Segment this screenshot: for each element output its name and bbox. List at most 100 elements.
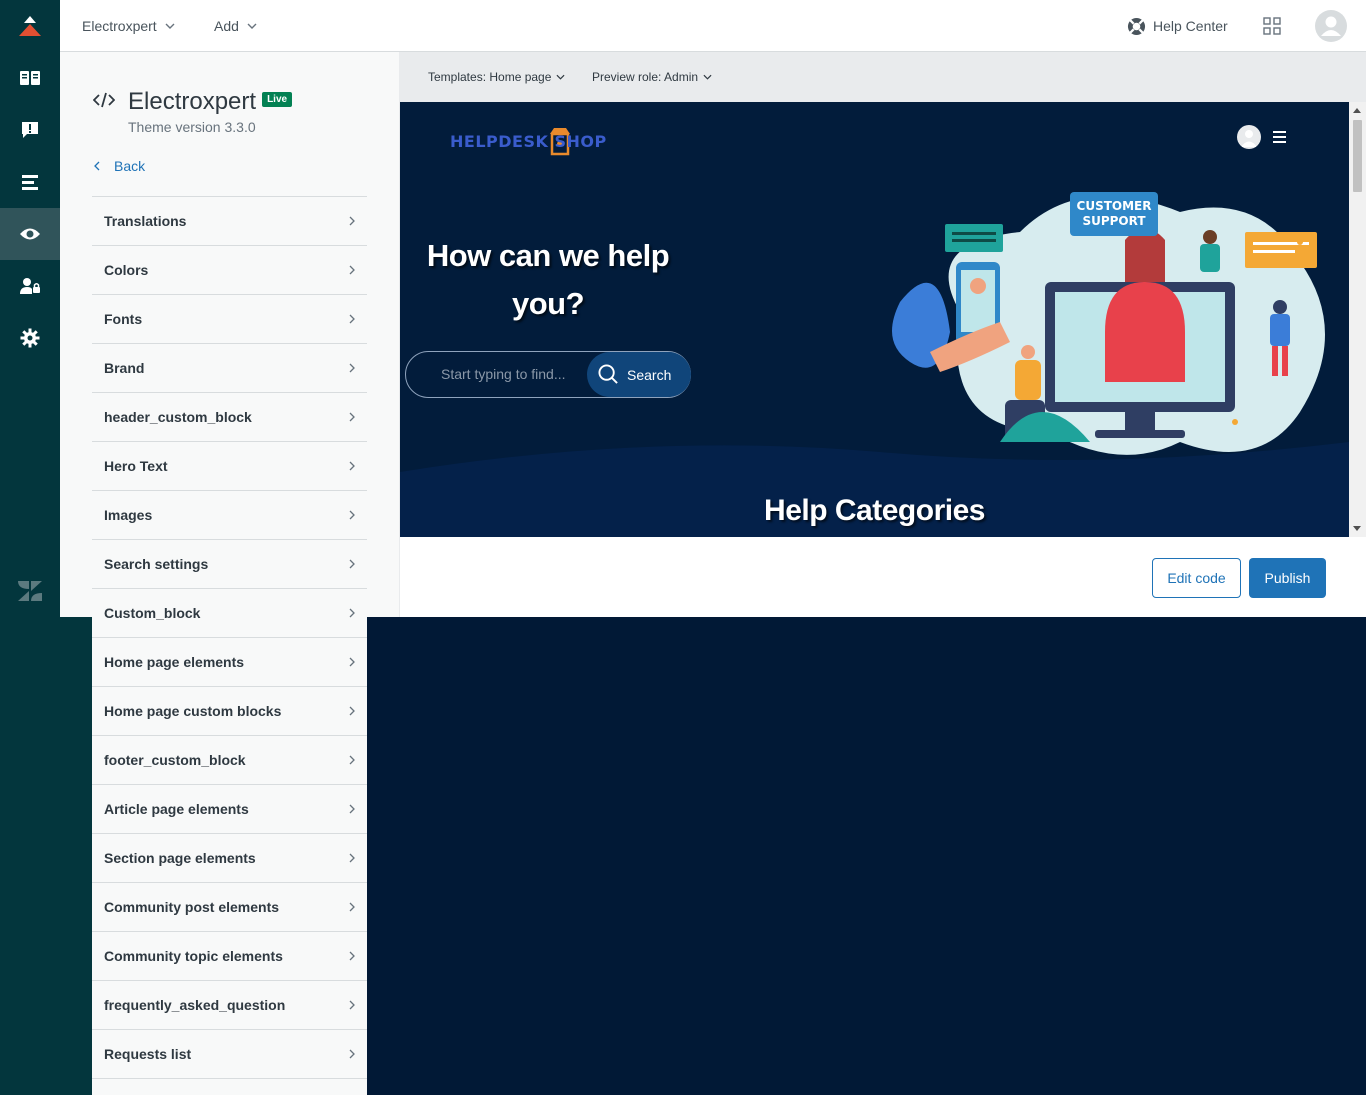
preview-avatar[interactable] — [1237, 125, 1261, 149]
chevron-right-icon — [349, 706, 355, 716]
settings-item[interactable]: Hero Text — [92, 441, 367, 490]
chevron-right-icon — [349, 853, 355, 863]
settings-item[interactable]: Home page elements — [92, 637, 367, 686]
chevron-right-icon — [349, 216, 355, 226]
live-badge: Live — [262, 92, 293, 108]
settings-item[interactable]: Community topic elements — [92, 931, 367, 980]
nav-rail-extension — [60, 617, 92, 1095]
hero-line-2: you? — [511, 286, 585, 321]
chevron-right-icon — [349, 755, 355, 765]
chevron-down-icon — [703, 74, 712, 80]
preview-scrollbar[interactable] — [1349, 102, 1366, 537]
avatar-icon — [1315, 10, 1347, 42]
settings-item[interactable]: Section page elements — [92, 833, 367, 882]
preview-role-label: Preview role: Admin — [592, 70, 699, 84]
settings-item-label: Community topic elements — [104, 948, 283, 964]
list-icon — [22, 175, 38, 190]
gear-icon — [20, 328, 40, 348]
search-button[interactable]: Search — [587, 352, 691, 397]
preview-role-select[interactable]: Preview role: Admin — [592, 52, 712, 102]
settings-item-label: Requests list — [104, 1046, 192, 1062]
settings-item-label: Colors — [104, 262, 149, 278]
scrollbar-thumb[interactable] — [1353, 120, 1362, 192]
settings-item-label: Fonts — [104, 311, 143, 327]
edit-code-button[interactable]: Edit code — [1152, 558, 1241, 598]
chevron-right-icon — [349, 559, 355, 569]
chevron-right-icon — [349, 1000, 355, 1010]
theme-name: Electroxpert — [128, 88, 257, 115]
chevron-right-icon — [349, 510, 355, 520]
settings-item[interactable]: frequently_asked_question — [92, 980, 367, 1029]
product-tray-button[interactable] — [1263, 0, 1281, 52]
book-icon — [20, 71, 40, 85]
settings-item[interactable]: Fonts — [92, 294, 367, 343]
chevron-right-icon — [349, 314, 355, 324]
illustration-badge-line-2: SUPPORT — [1082, 214, 1146, 228]
settings-item[interactable]: Brand — [92, 343, 367, 392]
chevron-right-icon — [349, 657, 355, 667]
avatar-icon — [1241, 130, 1257, 147]
settings-item[interactable]: Requests list — [92, 1029, 367, 1078]
settings-item-partial[interactable] — [92, 1078, 367, 1095]
scroll-down-arrow-icon[interactable] — [1353, 526, 1361, 531]
scroll-up-arrow-icon[interactable] — [1353, 108, 1361, 113]
zendesk-logo[interactable] — [0, 565, 60, 617]
alert-comment-icon — [22, 122, 38, 138]
eye-icon — [20, 228, 40, 240]
settings-item[interactable]: footer_custom_block — [92, 735, 367, 784]
chevron-right-icon — [349, 461, 355, 471]
nav-rail — [0, 0, 60, 617]
publish-button[interactable]: Publish — [1249, 558, 1326, 598]
search-button-label: Search — [627, 366, 672, 383]
settings-item[interactable]: Search settings — [92, 539, 367, 588]
brand-menu[interactable]: Electroxpert — [82, 0, 175, 52]
brand-menu-label: Electroxpert — [82, 18, 157, 34]
settings-item-label: Images — [104, 507, 153, 523]
hamburger-menu-icon[interactable] — [1273, 131, 1286, 146]
background-area — [367, 617, 1366, 1095]
search-input[interactable]: Start typing to find... — [441, 366, 566, 382]
settings-item-label: Section page elements — [104, 850, 256, 866]
product-logo[interactable] — [0, 0, 60, 52]
nav-settings[interactable] — [0, 312, 60, 364]
settings-item[interactable]: Translations — [92, 196, 367, 245]
user-lock-icon — [20, 278, 40, 294]
lifebuoy-icon — [1127, 17, 1146, 35]
settings-item[interactable]: header_custom_block — [92, 392, 367, 441]
chevron-left-icon — [94, 161, 100, 171]
settings-item[interactable]: Colors — [92, 245, 367, 294]
zendesk-guide-logo-icon — [19, 16, 41, 36]
code-icon — [93, 92, 115, 108]
zendesk-icon — [18, 581, 42, 601]
template-select[interactable]: Templates: Home page — [428, 52, 565, 102]
nav-moderation[interactable] — [0, 104, 60, 156]
settings-item[interactable]: Custom_block — [92, 588, 367, 637]
nav-arrange[interactable] — [0, 156, 60, 208]
user-avatar-button[interactable] — [1315, 0, 1347, 52]
search-icon — [598, 364, 618, 384]
settings-item-label: Community post elements — [104, 899, 280, 915]
settings-item-label: header_custom_block — [104, 409, 252, 425]
add-menu[interactable]: Add — [214, 0, 257, 52]
top-header: Electroxpert Add Help Center — [60, 0, 1366, 52]
settings-item-label: Custom_block — [104, 605, 201, 621]
settings-item-label: Hero Text — [104, 458, 168, 474]
help-center-label: Help Center — [1153, 18, 1228, 34]
nav-user-permissions[interactable] — [0, 260, 60, 312]
settings-item-label: Search settings — [104, 556, 209, 572]
settings-item[interactable]: Article page elements — [92, 784, 367, 833]
back-label: Back — [114, 158, 146, 174]
settings-item[interactable]: Community post elements — [92, 882, 367, 931]
nav-customize-design[interactable] — [0, 208, 60, 260]
help-center-link[interactable]: Help Center — [1127, 0, 1228, 52]
nav-knowledge[interactable] — [0, 52, 60, 104]
settings-item-label: Home page custom blocks — [104, 703, 282, 719]
chevron-down-icon — [165, 23, 175, 29]
settings-item[interactable]: Home page custom blocks — [92, 686, 367, 735]
template-select-label: Templates: Home page — [428, 70, 552, 84]
settings-item-label: Article page elements — [104, 801, 249, 817]
search-form[interactable]: Start typing to find... Search — [405, 351, 691, 398]
back-link[interactable]: Back — [94, 158, 145, 174]
settings-item-label: footer_custom_block — [104, 752, 246, 768]
settings-item[interactable]: Images — [92, 490, 367, 539]
